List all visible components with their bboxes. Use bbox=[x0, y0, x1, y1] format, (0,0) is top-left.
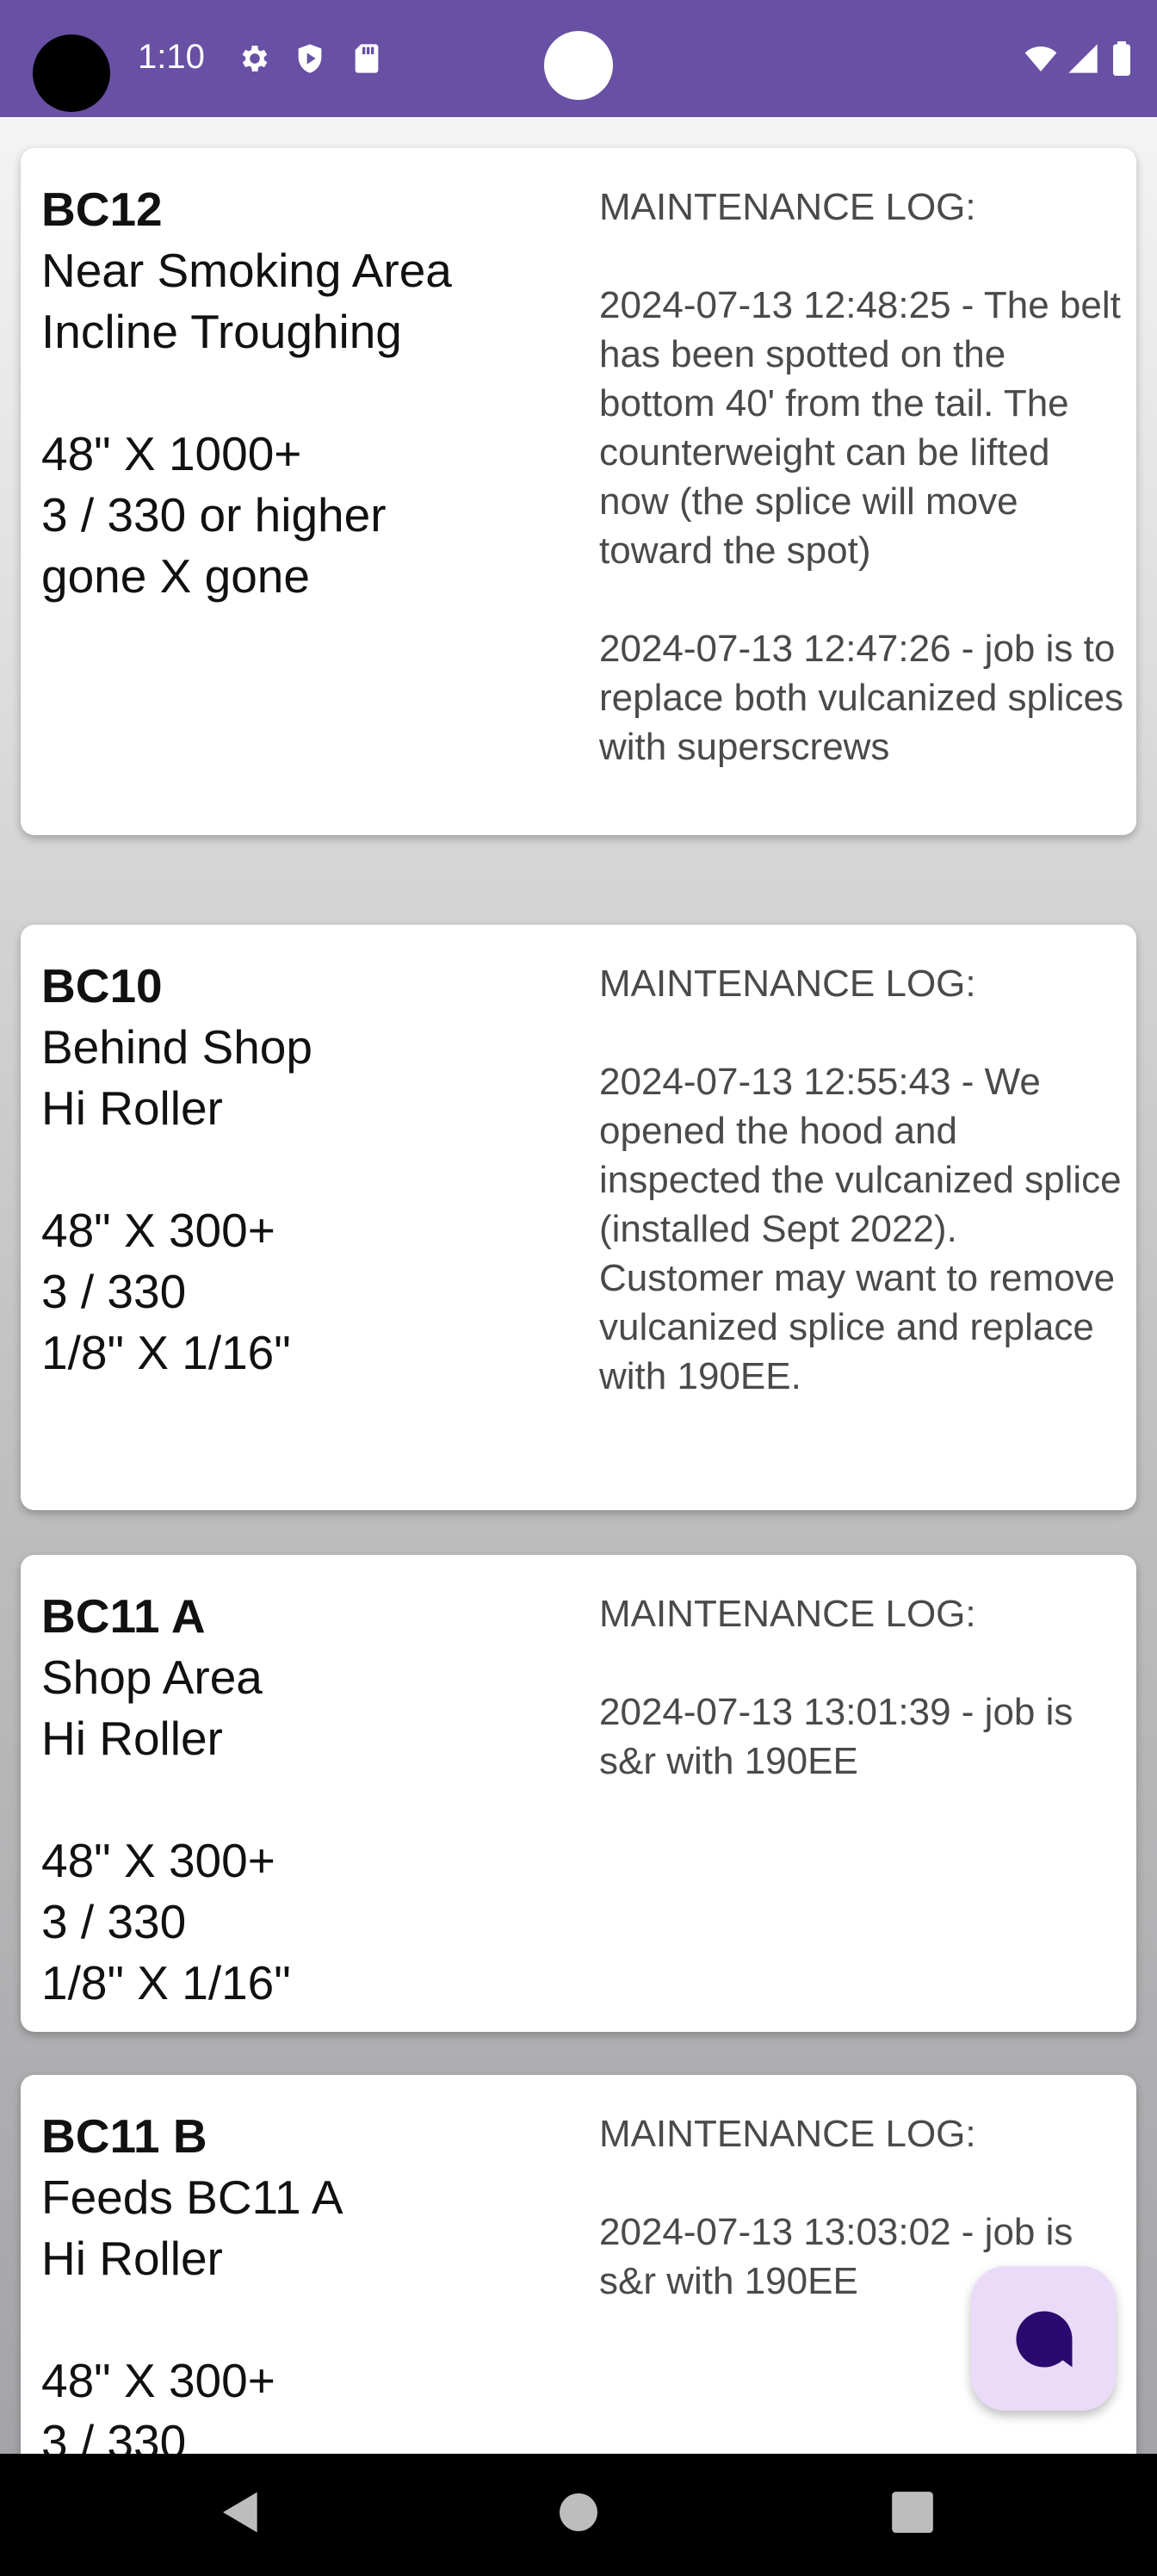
conveyor-card[interactable]: BC10 Behind Shop Hi Roller 48" X 300+ 3 … bbox=[21, 925, 1136, 1510]
conveyor-type: Hi Roller bbox=[41, 1712, 223, 1765]
conveyor-type: Hi Roller bbox=[41, 2232, 223, 2285]
log-entry: 2024-07-13 12:55:43 - We opened the hood… bbox=[599, 1061, 1122, 1397]
navigation-bar bbox=[0, 2454, 1157, 2576]
log-entry: 2024-07-13 12:48:25 - The belt has been … bbox=[599, 284, 1121, 572]
signal-icon bbox=[1068, 44, 1098, 73]
home-icon[interactable] bbox=[558, 2492, 599, 2533]
log-entry: 2024-07-13 12:47:26 - job is to replace … bbox=[599, 628, 1124, 768]
belt-size: 48" X 1000+ bbox=[41, 427, 302, 480]
belt-size: 48" X 300+ bbox=[41, 2354, 275, 2407]
log-header: MAINTENANCE LOG: bbox=[599, 963, 976, 1005]
shield-icon bbox=[298, 44, 322, 73]
log-entry: 2024-07-13 13:01:39 - job is s&r with 19… bbox=[599, 1691, 1073, 1782]
log-header: MAINTENANCE LOG: bbox=[599, 2113, 976, 2155]
conveyor-location: Behind Shop bbox=[41, 1020, 312, 1074]
maintenance-log: MAINTENANCE LOG: 2024-07-13 13:01:39 - j… bbox=[599, 1589, 1124, 1786]
sd-card-icon bbox=[355, 44, 379, 73]
conveyor-details: BC11 B Feeds BC11 A Hi Roller 48" X 300+… bbox=[41, 2106, 575, 2454]
maintenance-log: MAINTENANCE LOG: 2024-07-13 12:48:25 - T… bbox=[599, 183, 1124, 771]
chat-icon bbox=[1016, 2311, 1073, 2368]
belt-size: 48" X 300+ bbox=[41, 1834, 275, 1887]
belt-ply: 3 / 330 or higher bbox=[41, 488, 387, 542]
settings-gear-icon bbox=[242, 46, 268, 71]
conveyor-card[interactable]: BC11 A Shop Area Hi Roller 48" X 300+ 3 … bbox=[21, 1555, 1136, 2032]
status-time: 1:10 bbox=[138, 38, 205, 76]
belt-ply: 3 / 330 bbox=[41, 1265, 187, 1318]
belt-cover: 1/8" X 1/16" bbox=[41, 1326, 291, 1379]
battery-icon bbox=[1113, 41, 1130, 76]
conveyor-location: Feeds BC11 A bbox=[41, 2170, 343, 2224]
log-header: MAINTENANCE LOG: bbox=[599, 1593, 976, 1635]
conveyor-details: BC12 Near Smoking Area Incline Troughing… bbox=[41, 179, 575, 607]
conveyor-code: BC12 bbox=[41, 183, 163, 236]
maintenance-log: MAINTENANCE LOG: 2024-07-13 12:55:43 - W… bbox=[599, 959, 1124, 1401]
conveyor-location: Shop Area bbox=[41, 1650, 263, 1704]
conveyor-list[interactable]: BC12 Near Smoking Area Incline Troughing… bbox=[0, 117, 1157, 2454]
conveyor-type: Hi Roller bbox=[41, 1081, 223, 1135]
belt-cover: gone X gone bbox=[41, 549, 310, 603]
belt-cover: 1/8" X 1/16" bbox=[41, 1956, 291, 2009]
conveyor-card[interactable]: BC11 B Feeds BC11 A Hi Roller 48" X 300+… bbox=[21, 2075, 1136, 2454]
chat-fab-button[interactable] bbox=[971, 2266, 1116, 2411]
conveyor-code: BC11 B bbox=[41, 2109, 207, 2163]
conveyor-location: Near Smoking Area bbox=[41, 244, 452, 297]
notification-dot bbox=[544, 31, 613, 100]
wifi-icon bbox=[1024, 46, 1057, 71]
conveyor-details: BC10 Behind Shop Hi Roller 48" X 300+ 3 … bbox=[41, 956, 575, 1384]
back-icon[interactable] bbox=[217, 2488, 265, 2536]
conveyor-code: BC11 A bbox=[41, 1589, 206, 1643]
conveyor-code: BC10 bbox=[41, 959, 163, 1012]
belt-ply: 3 / 330 bbox=[41, 1895, 187, 1948]
belt-ply: 3 / 330 bbox=[41, 2415, 187, 2454]
log-header: MAINTENANCE LOG: bbox=[599, 186, 976, 228]
status-bar: 1:10 bbox=[0, 0, 1157, 117]
camera-cutout bbox=[33, 34, 110, 112]
conveyor-details: BC11 A Shop Area Hi Roller 48" X 300+ 3 … bbox=[41, 1586, 575, 2014]
conveyor-card[interactable]: BC12 Near Smoking Area Incline Troughing… bbox=[21, 148, 1136, 835]
conveyor-type: Incline Troughing bbox=[41, 305, 402, 358]
recents-icon[interactable] bbox=[890, 2490, 935, 2535]
belt-size: 48" X 300+ bbox=[41, 1204, 275, 1257]
